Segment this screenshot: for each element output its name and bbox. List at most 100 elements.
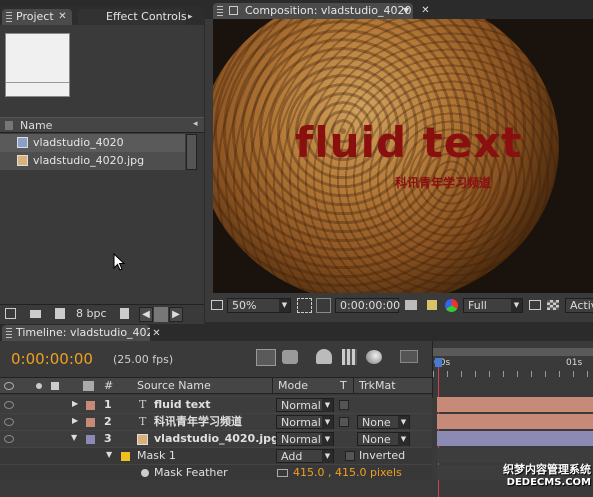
timecode-display[interactable]: 0:00:00:00 xyxy=(335,298,401,313)
blend-mode-dropdown[interactable]: Normal ▼ xyxy=(276,432,334,446)
scroll-track[interactable] xyxy=(154,307,168,322)
canvas-subtitle[interactable]: 科讯青年学习频道 xyxy=(395,174,491,191)
project-item[interactable]: vladstudio_4020 xyxy=(0,134,185,152)
time-ruler[interactable]: 00s 01s xyxy=(432,341,593,497)
eye-icon[interactable] xyxy=(4,418,14,426)
zoom-dropdown[interactable]: 50% ▼ xyxy=(227,298,291,313)
solo-icon[interactable] xyxy=(36,383,42,389)
chevron-down-icon[interactable]: ▼ xyxy=(403,3,409,19)
frame-blending-icon[interactable] xyxy=(342,349,357,365)
column-sort-icon[interactable]: ◂ xyxy=(193,119,198,129)
bpc-label[interactable]: 8 bpc xyxy=(76,307,107,320)
av-features-icon[interactable] xyxy=(4,382,14,390)
column-name[interactable]: Name xyxy=(20,119,52,132)
expand-arrow-icon[interactable]: ▶ xyxy=(72,416,78,425)
mask-row[interactable]: ▼ Mask 1 Add ▼ Inverted xyxy=(0,447,432,464)
layer-name[interactable]: vladstudio_4020.jpg xyxy=(154,431,279,447)
work-area-bar[interactable] xyxy=(433,348,593,356)
preserve-transparency-checkbox[interactable] xyxy=(339,417,349,427)
label-tag-icon[interactable] xyxy=(83,381,94,391)
eye-icon[interactable] xyxy=(4,435,14,443)
current-time[interactable]: 0:00:00:00 xyxy=(11,350,93,368)
layer-bar[interactable] xyxy=(437,397,593,412)
blend-mode-dropdown[interactable]: Normal ▼ xyxy=(276,415,334,429)
project-scrollbar[interactable] xyxy=(186,134,197,170)
show-channel-icon[interactable] xyxy=(427,300,437,310)
layer-bar[interactable] xyxy=(437,431,593,446)
project-item[interactable]: vladstudio_4020.jpg xyxy=(0,152,185,170)
chevron-down-icon: ▼ xyxy=(398,416,409,429)
watermark-line2: DEDECMS.COM xyxy=(506,477,591,488)
label-color-swatch[interactable] xyxy=(86,401,95,410)
color-channels-icon[interactable] xyxy=(445,299,458,312)
table-row[interactable]: ▼ 3 vladstudio_4020.jpg Normal ▼ None ▼ xyxy=(0,430,432,447)
column-source-name[interactable]: Source Name xyxy=(137,379,211,392)
table-row[interactable]: ▶ 2 T 科讯青年学习频道 Normal ▼ None ▼ xyxy=(0,413,432,430)
mask-name[interactable]: Mask 1 xyxy=(137,448,176,464)
tab-project[interactable]: Project ✕ xyxy=(2,9,72,25)
new-folder-icon[interactable] xyxy=(30,310,41,318)
mask-color-swatch[interactable] xyxy=(121,452,130,461)
label-color-swatch[interactable] xyxy=(86,418,95,427)
camera-icon[interactable] xyxy=(405,300,417,310)
close-icon[interactable]: ✕ xyxy=(58,12,67,22)
tab-composition[interactable]: Composition: vladstudio_4020 ▼ xyxy=(213,3,413,19)
label-color-swatch[interactable] xyxy=(86,435,95,444)
tab-composition-label: Composition: vladstudio_4020 xyxy=(245,4,412,17)
fast-preview-icon[interactable] xyxy=(529,300,541,310)
stopwatch-icon[interactable] xyxy=(141,469,149,477)
column-t[interactable]: T xyxy=(340,379,347,392)
track-matte-dropdown[interactable]: None ▼ xyxy=(357,415,410,429)
close-icon[interactable]: ✕ xyxy=(421,6,430,16)
link-icon[interactable] xyxy=(277,469,288,477)
column-mode[interactable]: Mode xyxy=(278,379,308,392)
mask-feather-value[interactable]: 415.0 , 415.0 pixels xyxy=(293,465,402,481)
lock-icon[interactable] xyxy=(51,382,59,390)
blend-mode-dropdown[interactable]: Normal ▼ xyxy=(276,398,334,412)
transparency-grid-icon[interactable] xyxy=(547,300,559,310)
collapse-arrow-icon[interactable]: ▼ xyxy=(71,433,77,442)
inverted-checkbox[interactable] xyxy=(345,451,355,461)
table-row[interactable]: ▶ 1 T fluid text Normal ▼ xyxy=(0,396,432,413)
always-preview-icon[interactable] xyxy=(211,300,223,310)
column-num[interactable]: # xyxy=(104,379,113,392)
composition-canvas[interactable]: fluid text 科讯青年学习频道 xyxy=(213,19,593,293)
layer-bar[interactable] xyxy=(437,414,593,429)
close-icon[interactable]: ✕ xyxy=(152,329,161,339)
preserve-transparency-checkbox[interactable] xyxy=(339,400,349,410)
motion-blur-icon[interactable] xyxy=(366,350,382,364)
draft-3d-icon[interactable] xyxy=(282,350,298,364)
region-of-interest-icon[interactable] xyxy=(297,298,312,313)
current-time-indicator[interactable] xyxy=(435,358,442,367)
tab-effect-controls[interactable]: Effect Controls xyxy=(78,9,186,25)
lock-icon[interactable] xyxy=(229,6,238,15)
composition-panel: Composition: vladstudio_4020 ▼ ✕ fluid t… xyxy=(205,0,593,322)
live-update-icon[interactable] xyxy=(256,349,276,366)
snapshot-icon[interactable] xyxy=(316,298,331,313)
shy-layers-icon[interactable] xyxy=(316,349,332,364)
mask-mode-dropdown[interactable]: Add ▼ xyxy=(276,449,334,463)
active-camera-dropdown[interactable]: Activ xyxy=(565,298,593,313)
expand-arrow-icon[interactable]: ▶ xyxy=(72,399,78,408)
track-matte-dropdown[interactable]: None ▼ xyxy=(357,432,410,446)
panel-menu-icon[interactable]: ▸ xyxy=(188,12,193,22)
image-file-icon xyxy=(137,434,148,445)
canvas-title[interactable]: fluid text xyxy=(295,118,522,167)
mask-feather-row[interactable]: Mask Feather 415.0 , 415.0 pixels xyxy=(0,464,432,481)
collapse-arrow-icon[interactable]: ▼ xyxy=(106,450,112,459)
layer-name[interactable]: fluid text xyxy=(154,397,211,413)
project-item-label: vladstudio_4020 xyxy=(33,136,124,149)
new-composition-icon[interactable] xyxy=(55,308,65,319)
trash-icon[interactable] xyxy=(120,308,129,319)
graph-editor-icon[interactable] xyxy=(400,350,418,363)
timecode-value: 0:00:00:00 xyxy=(340,299,401,312)
layer-name[interactable]: 科讯青年学习频道 xyxy=(154,414,242,430)
column-trkmat[interactable]: TrkMat xyxy=(359,379,396,392)
eye-icon[interactable] xyxy=(4,401,14,409)
scroll-right-button[interactable]: ▶ xyxy=(169,307,183,322)
tab-timeline[interactable]: Timeline: vladstudio_4020 xyxy=(2,325,150,341)
interpret-footage-icon[interactable] xyxy=(5,308,16,319)
scroll-left-button[interactable]: ◀ xyxy=(139,307,153,322)
resolution-dropdown[interactable]: Full ▼ xyxy=(463,298,523,313)
composition-icon xyxy=(17,137,28,148)
